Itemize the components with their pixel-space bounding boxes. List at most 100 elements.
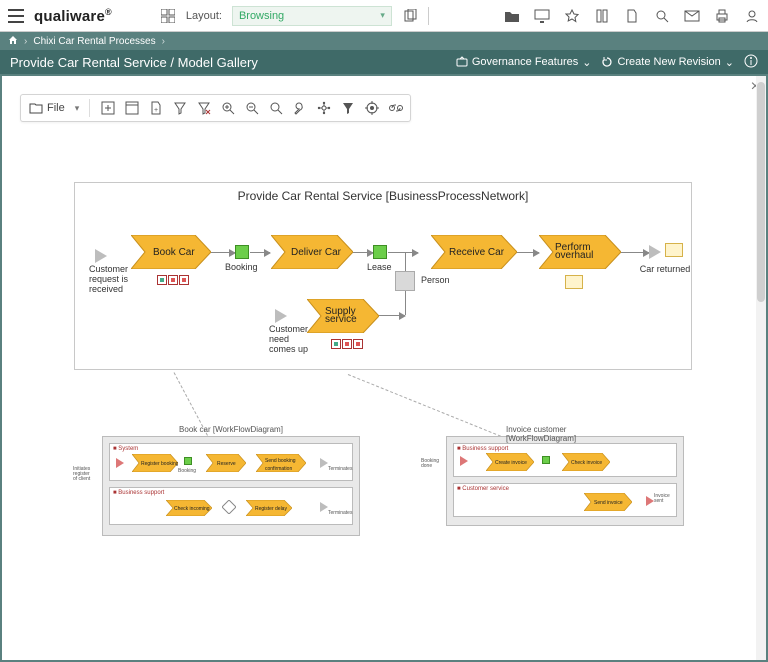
chevron-icon: ›	[162, 36, 165, 47]
process-supply-service[interactable]: Supplyservice	[307, 299, 379, 333]
create-revision-button[interactable]: Create New Revision ⌄	[601, 56, 734, 69]
svg-text:Check incoming: Check incoming	[174, 506, 210, 512]
diagram-title: Provide Car Rental Service [BusinessProc…	[75, 183, 691, 203]
canvas-stage[interactable]: × File ▾ + Provide Car Rental Ser	[2, 76, 766, 660]
data-label: Person	[421, 276, 450, 286]
svg-text:Reserve: Reserve	[217, 461, 236, 467]
user-icon[interactable]	[744, 8, 760, 24]
page-title: Provide Car Rental Service / Model Galle…	[10, 55, 258, 70]
process-deliver-car[interactable]: Deliver Car	[271, 235, 353, 269]
connector	[517, 252, 539, 253]
document-icon[interactable]	[624, 8, 640, 24]
svg-text:Create invoice: Create invoice	[495, 460, 527, 466]
data-lease[interactable]	[373, 245, 387, 259]
home-icon[interactable]	[8, 35, 18, 48]
connector	[621, 252, 649, 253]
end-event-icon	[320, 458, 328, 468]
zoom-icon[interactable]	[268, 100, 284, 116]
process-indicators	[331, 339, 363, 349]
subdiagram-title: Book car [WorkFlowDiagram]	[179, 425, 283, 434]
subdiagram-title: Invoice customer [WorkFlowDiagram]	[506, 425, 624, 443]
vertical-scrollbar[interactable]	[756, 76, 766, 660]
lane: ■ Business support Check incoming Regist…	[109, 487, 353, 525]
filter-icon[interactable]	[172, 100, 188, 116]
side-label: Initiates register of client	[73, 467, 101, 482]
window-icon[interactable]	[124, 100, 140, 116]
connector	[405, 252, 406, 272]
chevron-down-icon: ⌄	[725, 56, 734, 69]
connector	[211, 252, 235, 253]
data-label: Lease	[367, 263, 392, 273]
zoom-out-icon[interactable]	[244, 100, 260, 116]
new-doc-icon[interactable]: +	[148, 100, 164, 116]
page-header: Provide Car Rental Service / Model Galle…	[0, 50, 768, 74]
diagram-panel: Provide Car Rental Service [BusinessProc…	[74, 182, 692, 370]
process-book-car[interactable]: Book Car	[131, 235, 211, 269]
app-topbar: qualiware® Layout: Browsing ▾	[0, 0, 768, 32]
process-indicators	[157, 275, 189, 285]
process-receive-car[interactable]: Receive Car	[431, 235, 517, 269]
target-icon[interactable]	[364, 100, 380, 116]
breadcrumb: › Chixi Car Rental Processes ›	[0, 32, 768, 50]
start-event-icon[interactable]	[275, 309, 287, 323]
side-label: Booking done	[421, 459, 445, 469]
add-window-icon[interactable]	[100, 100, 116, 116]
chevron-down-icon: ⌄	[582, 56, 591, 69]
separator	[428, 7, 429, 25]
filter-clear-icon[interactable]	[196, 100, 212, 116]
svg-text:+: +	[154, 107, 158, 114]
file-button[interactable]: File	[27, 102, 67, 114]
start-event-icon	[460, 456, 468, 466]
svg-text:Receive Car: Receive Car	[449, 247, 505, 258]
search-icon[interactable]	[654, 8, 670, 24]
data-person[interactable]	[395, 271, 415, 291]
bookmark-icon[interactable]	[594, 8, 610, 24]
data-booking[interactable]	[235, 245, 249, 259]
editor-toolbar: File ▾ +	[20, 94, 411, 122]
subdiagram-invoice-customer[interactable]: Invoice customer [WorkFlowDiagram] ■ Bus…	[446, 436, 684, 526]
data-label: Booking	[225, 263, 258, 273]
end-tile	[665, 243, 683, 257]
data-node	[184, 457, 192, 465]
svg-text:Check invoice: Check invoice	[571, 460, 602, 466]
mail-icon[interactable]	[684, 8, 700, 24]
chevron-down-icon[interactable]: ▾	[75, 103, 80, 114]
copy-icon[interactable]	[402, 8, 418, 24]
stage-container: × File ▾ + Provide Car Rental Ser	[0, 74, 768, 662]
governance-button[interactable]: Governance Features ⌄	[456, 56, 592, 69]
start-label: Customer request is received	[89, 265, 145, 295]
lane: ■ Business support Create invoice Check …	[453, 443, 677, 477]
wrench-icon[interactable]	[292, 100, 308, 116]
svg-text:Book Car: Book Car	[153, 247, 195, 258]
star-icon[interactable]	[564, 8, 580, 24]
svg-text:Deliver Car: Deliver Car	[291, 247, 342, 258]
start-event-icon	[116, 458, 124, 468]
data-node	[542, 456, 550, 464]
grid-icon[interactable]	[160, 8, 176, 24]
menu-icon[interactable]	[8, 8, 24, 24]
end-event-icon[interactable]	[649, 245, 661, 259]
print-icon[interactable]	[714, 8, 730, 24]
end-event-icon	[320, 502, 328, 512]
svg-text:Register booking: Register booking	[141, 461, 178, 467]
process-perform-overhaul[interactable]: Performoverhaul	[539, 235, 621, 269]
svg-text:Supplyservice: Supplyservice	[325, 306, 357, 325]
breadcrumb-item[interactable]: Chixi Car Rental Processes	[33, 36, 155, 47]
zoom-in-icon[interactable]	[220, 100, 236, 116]
scrollbar-thumb[interactable]	[757, 82, 765, 302]
connector	[388, 252, 418, 253]
subdiagram-book-car[interactable]: Book car [WorkFlowDiagram] ■ System Regi…	[102, 436, 360, 536]
funnel-icon[interactable]	[340, 100, 356, 116]
brand-logo: qualiware®	[34, 7, 112, 25]
svg-text:Register delay: Register delay	[255, 506, 287, 512]
svg-text:Send invoice: Send invoice	[594, 500, 623, 506]
folder-icon[interactable]	[504, 8, 520, 24]
info-icon[interactable]	[744, 54, 758, 71]
chevron-icon: ›	[24, 36, 27, 47]
link-icon[interactable]	[388, 100, 404, 116]
start-event-icon[interactable]	[95, 249, 107, 263]
monitor-icon[interactable]	[534, 8, 550, 24]
network-icon[interactable]	[316, 100, 332, 116]
lane: ■ System Register booking Booking Reserv…	[109, 443, 353, 481]
layout-select[interactable]: Browsing ▾	[232, 6, 392, 26]
